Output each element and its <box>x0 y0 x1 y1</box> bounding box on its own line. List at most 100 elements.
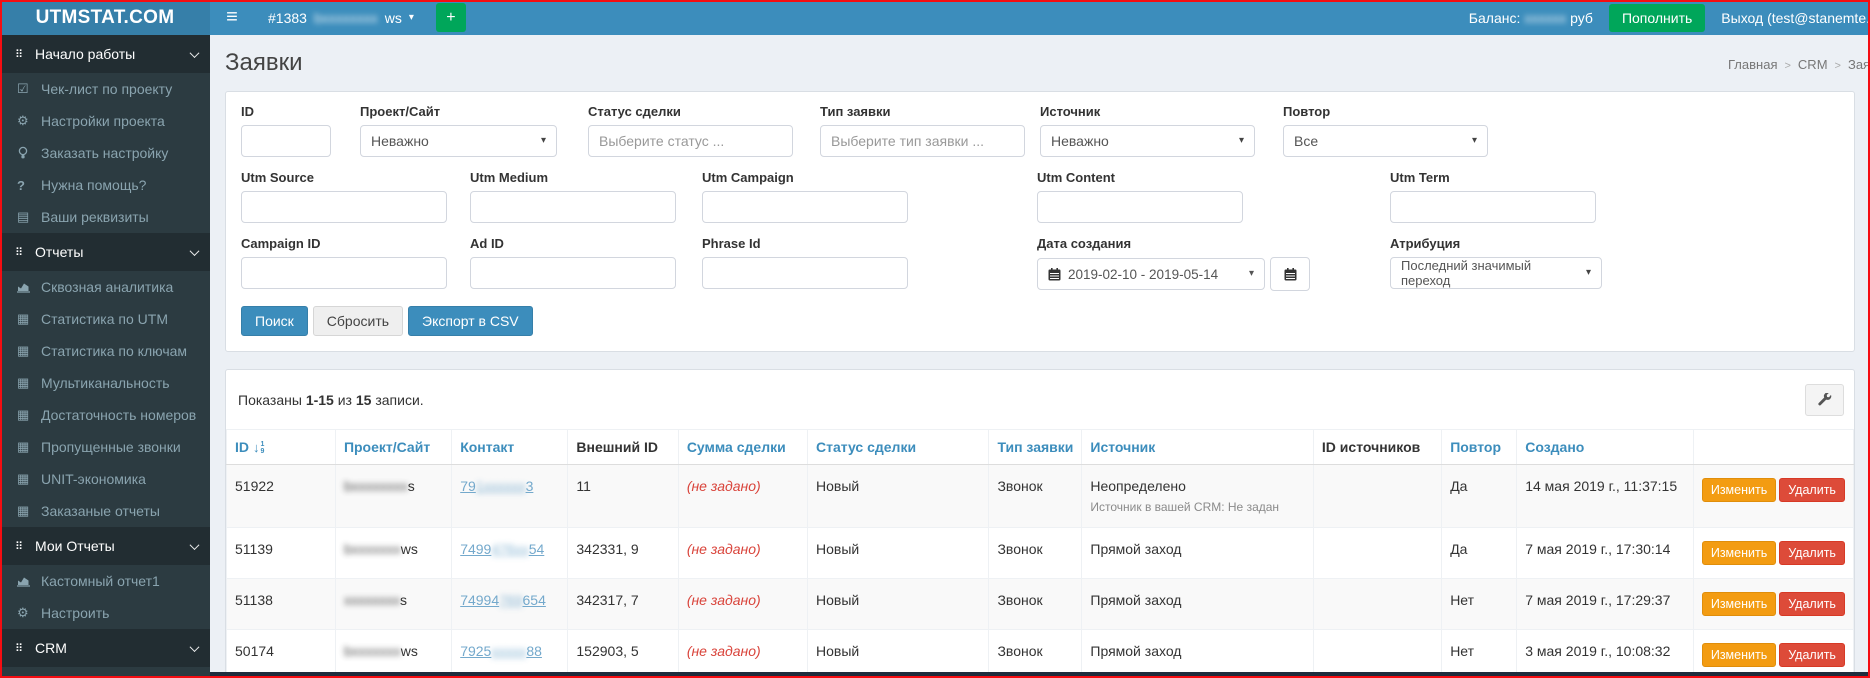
attribution-select[interactable]: Последний значимый переход ▾ <box>1390 257 1602 289</box>
filter-row-2: Utm Source Utm Medium Utm Campaign Utm C… <box>241 170 1839 223</box>
balance: Баланс: xxxxxx руб <box>1469 10 1593 26</box>
column-header-created[interactable]: Создано <box>1516 429 1694 465</box>
column-header-source[interactable]: Источник <box>1081 429 1314 465</box>
sidebar-item-project-settings[interactable]: ⚙ Настройки проекта <box>0 105 210 137</box>
sidebar-item-multichannel[interactable]: ▦ Мультиканальность <box>0 367 210 399</box>
select-value: Неважно <box>371 133 429 149</box>
sidebar-item-label: Заказаные отчеты <box>41 503 160 519</box>
sidebar-section-reports[interactable]: ⠿ Отчеты <box>0 233 210 271</box>
sidebar-item-label: Достаточность номеров <box>41 407 197 423</box>
phone-masked: 1xxxxxx <box>475 478 526 494</box>
phone-link[interactable]: 74994769654 <box>460 592 546 608</box>
column-header-contact[interactable]: Контакт <box>451 429 569 465</box>
phrase-id-input[interactable] <box>702 257 908 289</box>
utm-campaign-input[interactable] <box>702 191 908 223</box>
sidebar-item-need-help[interactable]: ? Нужна помощь? <box>0 169 210 201</box>
sidebar-toggle-button[interactable]: ≡ <box>210 0 254 35</box>
column-header-request-type[interactable]: Тип заявки <box>988 429 1083 465</box>
column-header-id[interactable]: ID ↓ 1 9 <box>226 429 336 465</box>
source-select[interactable]: Неважно ▾ <box>1040 125 1255 157</box>
campaign-id-input[interactable] <box>241 257 447 289</box>
sidebar-item-order-setup[interactable]: Заказать настройку <box>0 137 210 169</box>
filter-campaign-id: Campaign ID <box>241 236 470 291</box>
sidebar-item-checklist[interactable]: ☑ Чек-лист по проекту <box>0 73 210 105</box>
filter-source: Источник Неважно ▾ <box>1040 104 1283 157</box>
sidebar-item-requisites[interactable]: ▤ Ваши реквизиты <box>0 201 210 233</box>
sidebar-item-analytics[interactable]: Сквозная аналитика <box>0 271 210 303</box>
sidebar-section-getting-started[interactable]: ⠿ Начало работы <box>0 35 210 73</box>
breadcrumb-separator: > <box>1784 60 1791 72</box>
search-button[interactable]: Поиск <box>241 306 308 336</box>
project-select[interactable]: Неважно ▾ <box>360 125 557 157</box>
breadcrumb-crm[interactable]: CRM <box>1798 57 1828 72</box>
sidebar-section-my-reports[interactable]: ⠿ Мои Отчеты <box>0 527 210 565</box>
topup-button[interactable]: Пополнить <box>1608 3 1706 32</box>
summary-total: 15 <box>355 392 372 408</box>
table-icon: ▦ <box>17 407 30 422</box>
breadcrumb-home[interactable]: Главная <box>1728 57 1777 72</box>
cell-external-id: 11 <box>567 464 679 528</box>
phone-link[interactable]: 791xxxxxx3 <box>460 478 533 494</box>
edit-button[interactable]: Изменить <box>1701 541 1777 565</box>
column-header-deal-sum[interactable]: Сумма сделки <box>677 429 809 465</box>
sidebar-item-configure[interactable]: ⚙ Настроить <box>0 597 210 629</box>
sidebar-item-missed-calls[interactable]: ▦ Пропущенные звонки <box>0 431 210 463</box>
project-selector[interactable]: #1383 bxxxxxxxx ws ▾ <box>254 0 428 35</box>
filter-row-3: Campaign ID Ad ID Phrase Id Дата создани… <box>241 236 1839 291</box>
edit-button[interactable]: Изменить <box>1701 592 1777 616</box>
utm-content-input[interactable] <box>1037 191 1243 223</box>
table-settings-button[interactable] <box>1805 384 1844 416</box>
reset-button[interactable]: Сбросить <box>312 306 404 336</box>
sidebar-item-keyword-stats[interactable]: ▦ Статистика по ключам <box>0 335 210 367</box>
delete-button[interactable]: Удалить <box>1779 478 1845 502</box>
column-header-project[interactable]: Проект/Сайт <box>334 429 453 465</box>
filter-label: Phrase Id <box>702 236 761 251</box>
id-input[interactable] <box>241 125 331 157</box>
cell-created: 3 мая 2019 г., 10:08:32 <box>1516 629 1694 678</box>
phone-link[interactable]: 7499476xx54 <box>460 541 544 557</box>
sidebar-item-label: Заказать настройку <box>41 145 169 161</box>
delete-button[interactable]: Удалить <box>1779 592 1845 616</box>
phone-masked: 769 <box>499 592 523 608</box>
sidebar-item-numbers-sufficiency[interactable]: ▦ Достаточность номеров <box>0 399 210 431</box>
cell-repeat: Нет <box>1441 578 1518 630</box>
utm-medium-input[interactable] <box>470 191 676 223</box>
edit-button[interactable]: Изменить <box>1701 478 1777 502</box>
delete-button[interactable]: Удалить <box>1779 643 1845 667</box>
logout-link[interactable]: Выход (test@stanemte. <box>1721 10 1870 26</box>
filter-request-type: Тип заявки <box>820 104 1040 157</box>
request-type-input[interactable] <box>820 125 1025 157</box>
select-value: Все <box>1294 133 1319 149</box>
phone-masked: 476xx <box>491 541 529 557</box>
delete-button[interactable]: Удалить <box>1779 541 1845 565</box>
column-label: Источник <box>1090 439 1156 455</box>
sidebar-item-custom-report[interactable]: Кастомный отчет1 <box>0 565 210 597</box>
add-project-button[interactable]: + <box>435 3 466 32</box>
column-header-repeat[interactable]: Повтор <box>1441 429 1518 465</box>
sidebar-section-crm[interactable]: ⠿ CRM <box>0 629 210 667</box>
column-header-deal-status[interactable]: Статус сделки <box>807 429 990 465</box>
date-range-input[interactable]: 2019-02-10 - 2019-05-14 ▾ <box>1037 258 1265 290</box>
caret-down-icon: ▾ <box>540 135 546 146</box>
utm-term-input[interactable] <box>1390 191 1596 223</box>
cell-request-type: Звонок <box>988 464 1083 528</box>
caret-down-icon: ▾ <box>1238 135 1244 146</box>
chevron-down-icon <box>189 641 200 652</box>
cell-source-ids <box>1312 464 1443 528</box>
brand-logo[interactable]: UTMSTAT.COM <box>0 0 210 35</box>
export-csv-button[interactable]: Экспорт в CSV <box>408 306 533 336</box>
utm-source-input[interactable] <box>241 191 447 223</box>
select-value: Неважно <box>1051 133 1109 149</box>
edit-button[interactable]: Изменить <box>1701 643 1777 667</box>
project-suffix: s <box>399 592 407 608</box>
sidebar-item-utm-stats[interactable]: ▦ Статистика по UTM <box>0 303 210 335</box>
sidebar-item-unit-economics[interactable]: ▦ UNIT-экономика <box>0 463 210 495</box>
phone-link[interactable]: 7925xxxxx88 <box>460 643 542 659</box>
deal-status-input[interactable] <box>588 125 793 157</box>
calendar-picker-button[interactable] <box>1270 257 1310 291</box>
ad-id-input[interactable] <box>470 257 676 289</box>
repeat-select[interactable]: Все ▾ <box>1283 125 1488 157</box>
top-navbar: UTMSTAT.COM ≡ #1383 bxxxxxxxx ws ▾ + Бал… <box>0 0 1870 35</box>
cell-id: 50174 <box>226 629 336 678</box>
sidebar-item-ordered-reports[interactable]: ▦ Заказаные отчеты <box>0 495 210 527</box>
